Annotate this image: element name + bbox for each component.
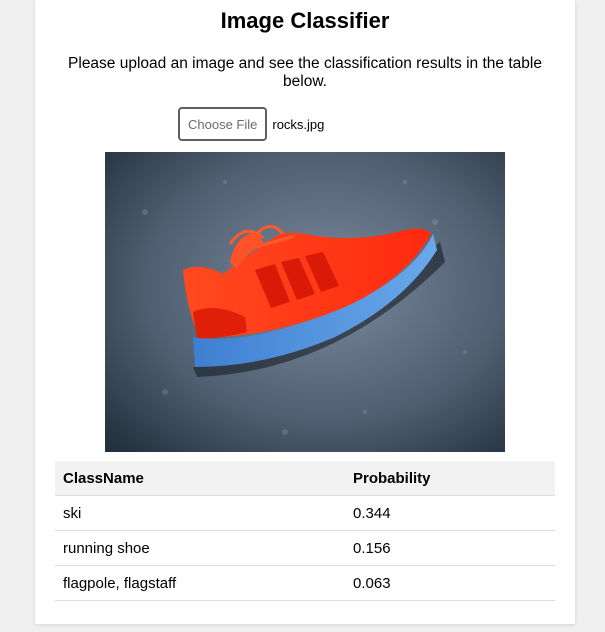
selected-file-name: rocks.jpg — [272, 116, 325, 132]
uploaded-image-preview — [105, 152, 505, 452]
probability-cell: 0.156 — [345, 530, 555, 566]
table-row: running shoe 0.156 — [55, 530, 555, 566]
table-row: flagpole, flagstaff 0.063 — [55, 565, 555, 601]
choose-file-button[interactable]: Choose File — [178, 107, 268, 141]
results-table: ClassName Probability ski 0.344 running … — [55, 461, 555, 601]
header-probability: Probability — [345, 461, 555, 496]
header-classname: ClassName — [55, 461, 345, 496]
probability-cell: 0.063 — [345, 565, 555, 601]
class-name-cell: running shoe — [55, 530, 345, 566]
classifier-card: Image Classifier Please upload an image … — [35, 0, 575, 624]
page-title: Image Classifier — [220, 8, 390, 33]
table-row: ski 0.344 — [55, 495, 555, 531]
class-name-cell: ski — [55, 495, 345, 531]
intro-text: Please upload an image and see the class… — [68, 55, 542, 90]
probability-cell: 0.344 — [345, 495, 555, 531]
class-name-cell: flagpole, flagstaff — [55, 565, 345, 601]
results-header-row: ClassName Probability — [55, 461, 555, 496]
upload-row: Choose File rocks.jpg — [178, 107, 324, 141]
